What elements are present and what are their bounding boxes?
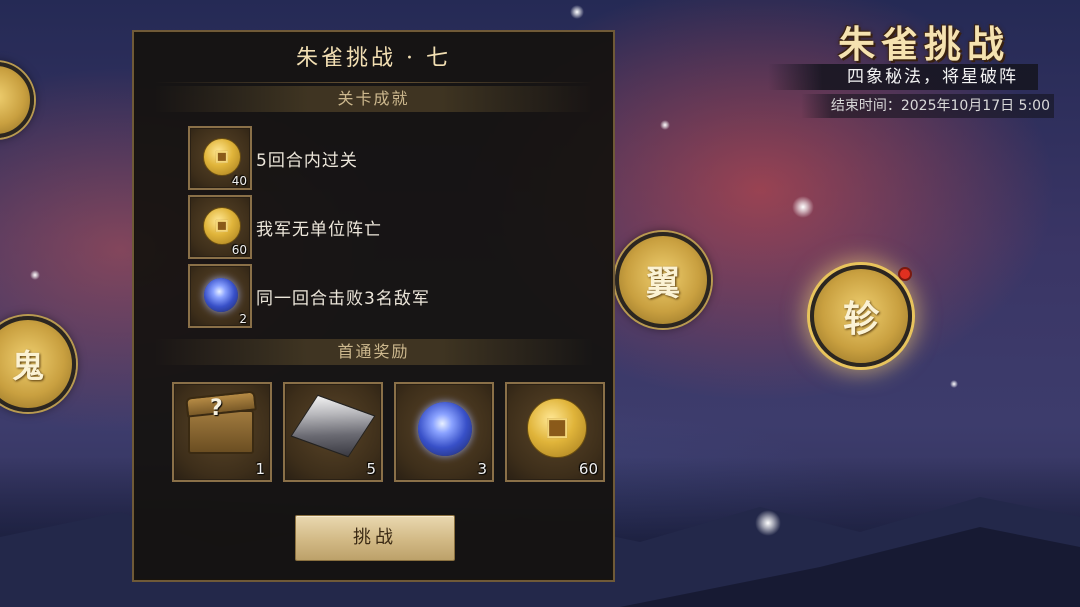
event-title: 朱雀挑战 (838, 22, 1010, 66)
chest-question-mark: ? (210, 396, 223, 421)
blue-orb-icon (418, 402, 472, 456)
stage-node-top-left[interactable] (0, 62, 34, 138)
achievement-label: 5回合内过关 (256, 150, 358, 171)
sparkle-icon (755, 510, 781, 536)
blue-orb-icon (204, 278, 238, 312)
silver-ingot-icon (290, 394, 376, 458)
reward-count: 60 (231, 243, 247, 257)
title-divider (154, 82, 593, 83)
reward-count: 60 (578, 460, 598, 478)
reward-slot-chest[interactable]: ? 1 (172, 382, 272, 482)
notification-dot-icon (898, 267, 912, 281)
achievement-reward-slot[interactable]: 40 (188, 126, 252, 190)
gold-coin-icon (527, 398, 587, 458)
event-subtitle: 四象秘法，将星破阵 (768, 64, 1038, 90)
sparkle-icon (950, 380, 958, 388)
achievement-row: 40 5回合内过关 (188, 126, 358, 190)
stage-node-yi[interactable]: 翼 (615, 232, 711, 328)
stage-detail-panel: 朱雀挑战 · 七 关卡成就 40 5回合内过关 60 我军无单位阵亡 2 同一回… (132, 30, 615, 582)
challenge-button[interactable]: 挑战 (295, 515, 455, 561)
achievement-reward-slot[interactable]: 60 (188, 195, 252, 259)
stage-node-gui[interactable]: 鬼 (0, 316, 76, 412)
achievement-label: 我军无单位阵亡 (256, 219, 382, 240)
sparkle-icon (792, 196, 814, 218)
gold-coin-icon (203, 138, 241, 176)
reward-count: 40 (231, 174, 247, 188)
reward-count: 5 (366, 460, 376, 478)
stage-node-zhen[interactable]: 轸 (810, 265, 912, 367)
first-clear-header: 首通奖励 (154, 339, 593, 365)
stage-node-label: 轸 (842, 298, 879, 340)
sparkle-icon (30, 270, 40, 280)
sparkle-icon (570, 5, 584, 19)
reward-slot-coin[interactable]: 60 (505, 382, 605, 482)
stage-node-label: 翼 (646, 263, 680, 304)
reward-count: 2 (239, 312, 247, 326)
achievement-reward-slot[interactable]: 2 (188, 264, 252, 328)
achievement-label: 同一回合击败3名敌军 (256, 288, 430, 309)
gold-coin-icon (203, 207, 241, 245)
achievement-row: 2 同一回合击败3名敌军 (188, 264, 430, 328)
reward-count: 3 (477, 460, 487, 478)
reward-slot-orb[interactable]: 3 (394, 382, 494, 482)
achievements-header: 关卡成就 (154, 86, 593, 112)
reward-slot-ingot[interactable]: 5 (283, 382, 383, 482)
event-end-time: 结束时间：2025年10月17日 5:00 (800, 94, 1054, 118)
achievement-row: 60 我军无单位阵亡 (188, 195, 382, 259)
sparkle-icon (660, 120, 670, 130)
reward-count: 1 (255, 460, 265, 478)
stage-node-label: 鬼 (11, 347, 44, 385)
panel-title: 朱雀挑战 · 七 (296, 46, 451, 71)
